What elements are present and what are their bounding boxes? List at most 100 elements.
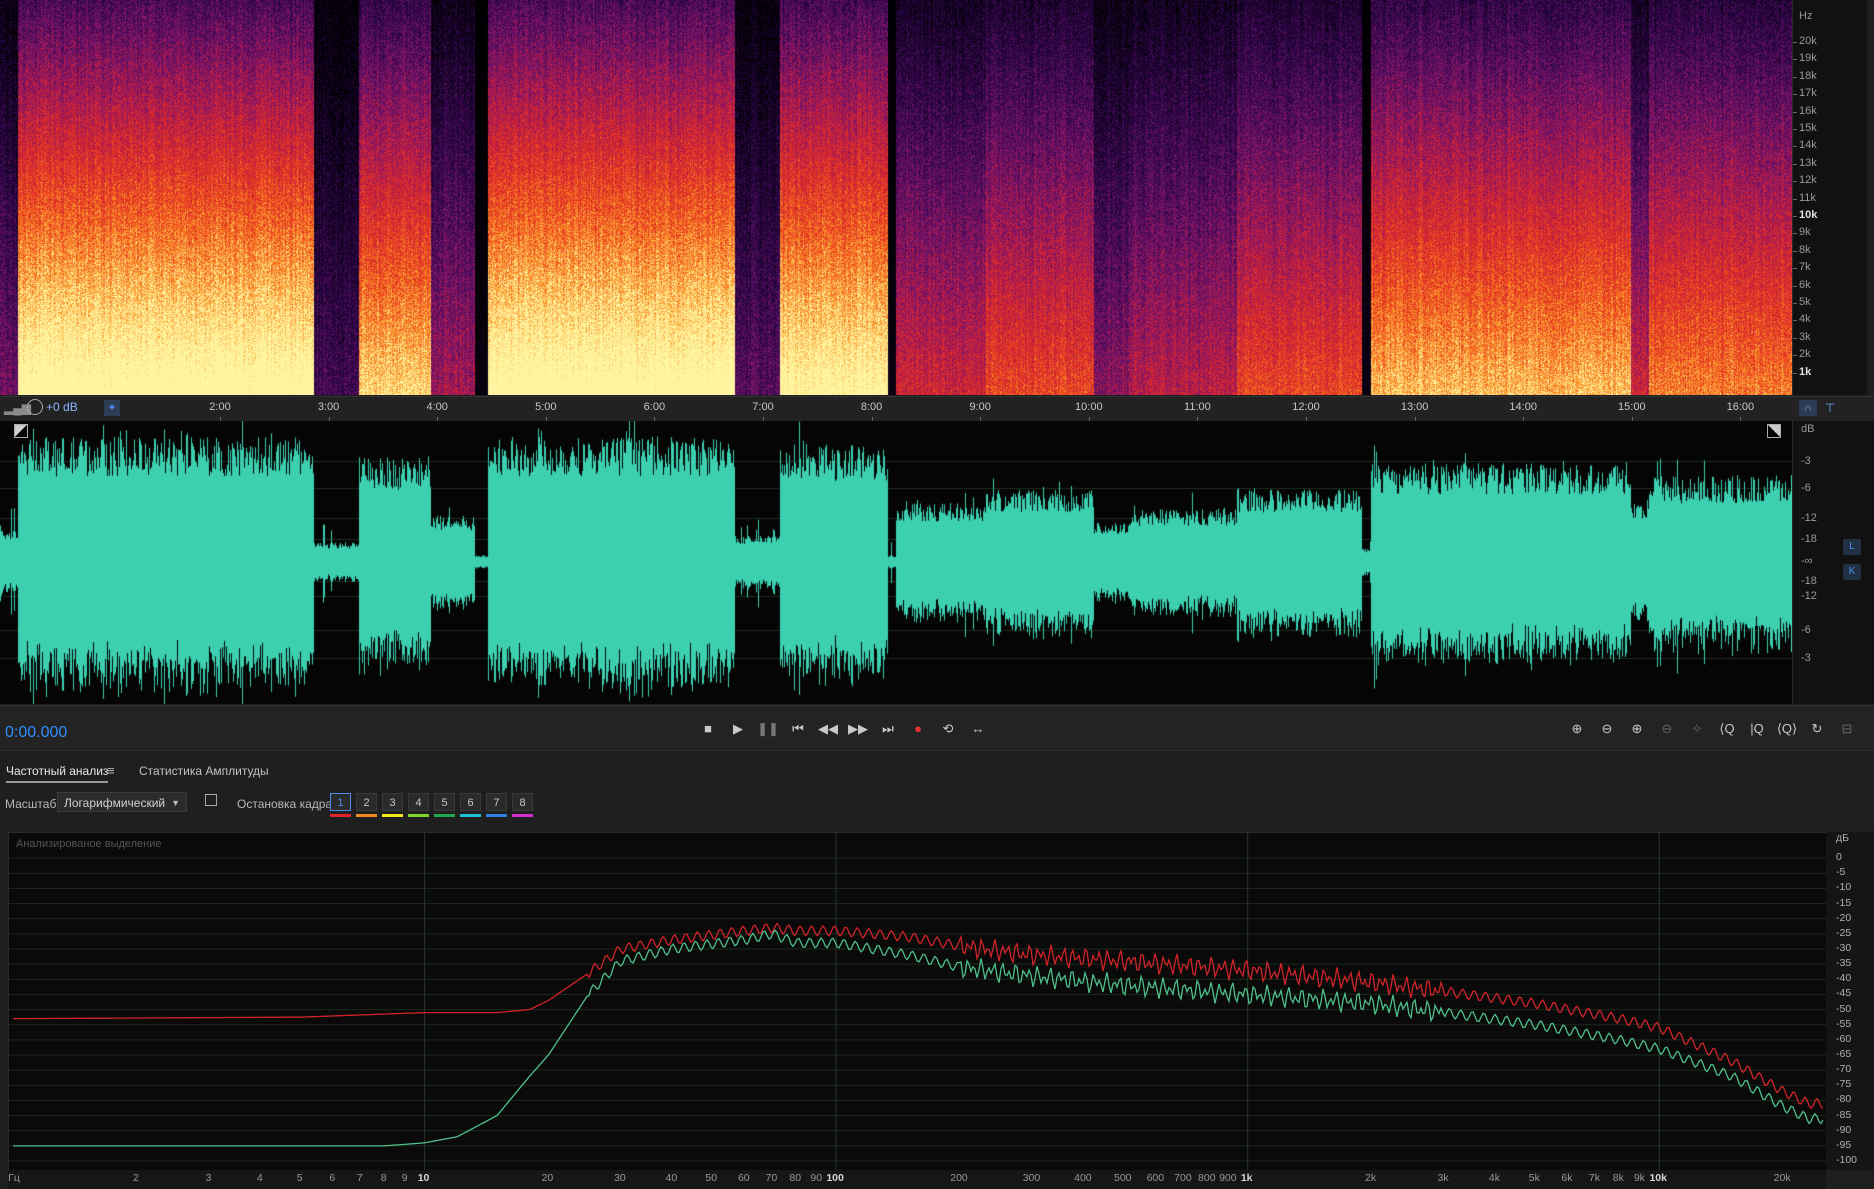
frequency-tick-label: 90 <box>810 1172 823 1184</box>
spectrogram-canvas[interactable] <box>0 0 1792 395</box>
scale-label: Масштаб: <box>5 797 60 811</box>
go-to-end-button[interactable]: ⏭ <box>877 718 899 740</box>
frequency-db-ruler: дБ 0 -5 -10 -15 -20 -25 -30 -35 -40 -45 -50 -55 -60 -6… <box>1826 832 1874 1170</box>
db-tick-label: -60 <box>1836 1032 1852 1045</box>
db-label: -12 <box>1801 512 1817 524</box>
freeze-frame-button-7[interactable]: 7 <box>486 793 507 811</box>
db-tick-label: -95 <box>1836 1138 1852 1151</box>
frequency-tick <box>1793 59 1797 61</box>
frequency-tick-label: 6k <box>1561 1172 1573 1184</box>
play-button[interactable]: ▶ <box>727 718 749 740</box>
time-label: 9:00 <box>969 401 991 413</box>
freeze-frame-color <box>330 814 351 817</box>
db-label: -18 <box>1801 533 1817 545</box>
frequency-tick <box>1793 42 1797 43</box>
db-tick-label: -75 <box>1836 1078 1852 1091</box>
frequency-tick-label: 200 <box>950 1172 968 1184</box>
scale-dropdown-value: Логарифмический <box>64 796 166 810</box>
frequency-tick-label: 10k <box>1649 1172 1667 1184</box>
frequency-label: 16k <box>1799 104 1817 117</box>
zoom-out-full-button[interactable]: ⊟ <box>1836 718 1858 740</box>
copy-icon[interactable] <box>205 794 217 806</box>
frequency-tick-label: 20 <box>541 1172 554 1184</box>
frequency-x-axis: Гц 2 3 4 5 6 7 8 9 10 20 30 40 50 60 70 80 90 100 200 300 400… <box>8 1170 1826 1189</box>
db-label: -6 <box>1801 482 1811 494</box>
freeze-frame-button-6[interactable]: 6 <box>460 793 481 811</box>
frequency-tick-label: 9k <box>1633 1172 1645 1184</box>
db-tick-label: 0 <box>1836 851 1842 864</box>
fast-forward-button[interactable]: ▶▶ <box>847 718 869 740</box>
record-button[interactable]: ● <box>907 718 929 740</box>
db-tick-label: -55 <box>1836 1017 1852 1030</box>
frequency-tick-label: 10 <box>417 1172 430 1184</box>
frequency-label: 19k <box>1799 52 1817 65</box>
fade-in-handle-icon[interactable] <box>14 424 28 438</box>
frequency-label: 8k <box>1799 243 1811 256</box>
db-tick-label: дБ <box>1836 832 1850 844</box>
freeze-frame-button-2[interactable]: 2 <box>356 793 377 811</box>
frequency-label: 10k <box>1799 209 1818 221</box>
freeze-frame-button-3[interactable]: 3 <box>382 793 403 811</box>
headphones-icon[interactable]: ∩ <box>1799 400 1817 416</box>
channel-left-button[interactable]: L <box>1843 539 1861 555</box>
waveform-canvas[interactable] <box>0 421 1792 704</box>
db-tick-label: -35 <box>1836 957 1852 970</box>
zoom-out-amplitude-button[interactable]: ⊖ <box>1596 718 1618 740</box>
zoom-reset-button[interactable]: ↻ <box>1806 718 1828 740</box>
marker-icon[interactable]: ⊤ <box>1822 400 1838 416</box>
time-label: 10:00 <box>1075 401 1103 413</box>
time-label: 11:00 <box>1184 401 1211 413</box>
freeze-frame-button-1[interactable]: 1 <box>330 793 351 811</box>
loop-button[interactable]: ⟲ <box>937 718 959 740</box>
fast-forward-icon: ▶▶ <box>848 721 868 736</box>
freeze-frame-button-8[interactable]: 8 <box>512 793 533 811</box>
analysis-caption: Анализированое выделение <box>16 838 162 850</box>
zoom-out-time-button[interactable]: ⊖ <box>1656 718 1678 740</box>
zoom-in-amplitude-button[interactable]: ⊕ <box>1566 718 1588 740</box>
frequency-label: 5k <box>1799 296 1811 308</box>
frequency-tick <box>1793 146 1797 148</box>
stop-icon: ■ <box>704 721 712 736</box>
db-tick-label: -65 <box>1836 1048 1852 1060</box>
pin-icon[interactable]: ✦ <box>104 400 120 416</box>
rewind-button[interactable]: ◀◀ <box>817 718 839 740</box>
time-label: 13:00 <box>1400 401 1429 413</box>
go-to-start-button[interactable]: ⏮ <box>787 718 809 740</box>
timeline-ruler[interactable]: ▂▄▆ +0 dB ✦ 2:00 3:00 4:00 5:00 6:00 7:00 8:00… <box>0 396 1874 422</box>
freeze-frame-color <box>356 814 377 817</box>
skip-ads-button[interactable]: ↔ <box>967 718 989 740</box>
db-tick-label: -30 <box>1836 942 1852 954</box>
spectrogram-view[interactable] <box>0 0 1792 395</box>
zoom-selection-right-button[interactable]: ⟨Q⟩ <box>1776 718 1798 740</box>
channel-right-button[interactable]: K <box>1843 564 1861 580</box>
frequency-analysis-chart[interactable] <box>8 832 1828 1172</box>
time-label: 3:00 <box>317 401 340 413</box>
frequency-label: 13k <box>1799 156 1817 169</box>
fade-out-handle-icon[interactable] <box>1767 424 1781 438</box>
freeze-frame-label: Остановка кадра: <box>237 797 336 811</box>
zoom-full-button[interactable]: ✧ <box>1686 718 1708 740</box>
frequency-tick-label: 300 <box>1022 1172 1041 1184</box>
frequency-tick-label: 30 <box>614 1172 626 1184</box>
waveform-view[interactable] <box>0 421 1792 704</box>
gain-value[interactable]: +0 dB <box>46 400 78 414</box>
zoom-in-time-button[interactable]: ⊕ <box>1626 718 1648 740</box>
gain-knob-icon[interactable] <box>27 399 43 415</box>
frequency-tick-label: 4 <box>256 1172 263 1184</box>
frequency-tick <box>1793 76 1797 78</box>
pause-button[interactable]: ❚❚ <box>757 718 779 740</box>
zoom-to-selection-button[interactable]: ⟨Q <box>1716 718 1738 740</box>
tab-frequency-analysis[interactable]: Частотный анализ <box>6 764 109 783</box>
frequency-tick-label: Гц <box>8 1172 20 1184</box>
loop-icon: ⟲ <box>942 721 954 736</box>
scale-dropdown[interactable]: Логарифмический ▼ <box>57 792 187 812</box>
freeze-frame-button-4[interactable]: 4 <box>408 793 429 811</box>
frequency-tick-label: 2k <box>1365 1172 1377 1184</box>
stop-button[interactable]: ■ <box>697 718 719 740</box>
frequency-tick-label: 2 <box>132 1172 139 1184</box>
tab-amplitude-statistics[interactable]: Статистика Амплитуды <box>139 764 269 778</box>
time-display[interactable]: 0:00.000 <box>5 724 67 742</box>
panel-menu-icon[interactable]: ≡ <box>107 763 115 778</box>
zoom-selection-left-button[interactable]: |Q <box>1746 718 1768 740</box>
freeze-frame-button-5[interactable]: 5 <box>434 793 455 811</box>
